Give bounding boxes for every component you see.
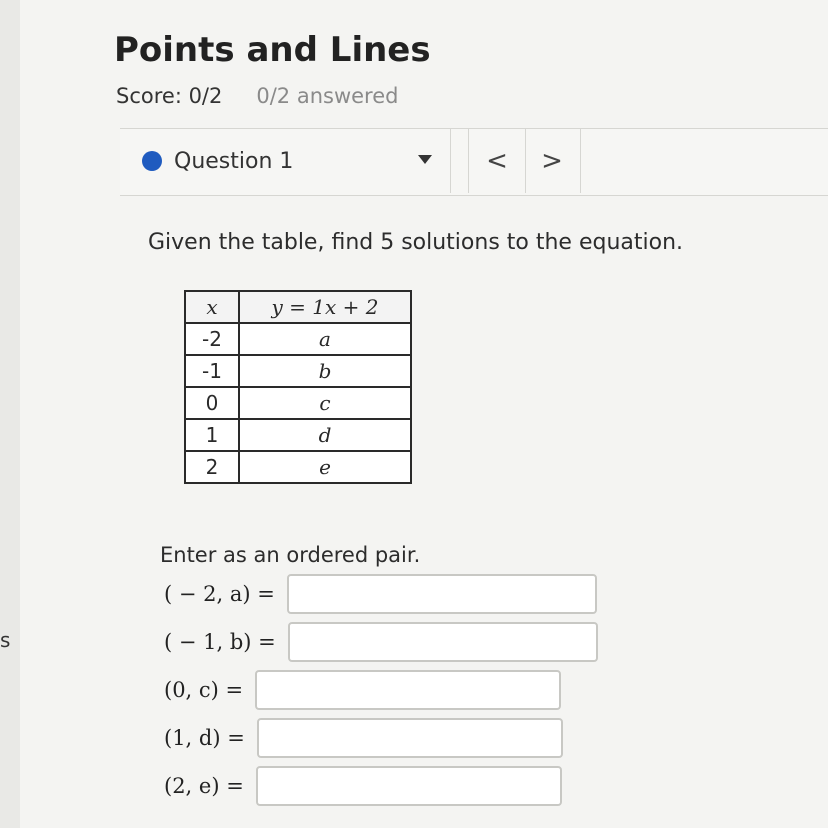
edge-text: s	[0, 628, 11, 652]
table-cell-x: -2	[184, 322, 240, 356]
answer-label: (0, c) =	[164, 678, 244, 702]
table-row: 1 d	[184, 418, 412, 452]
question-prompt: Given the table, find 5 solutions to the…	[148, 230, 684, 255]
answer-label: ( − 1, b) =	[164, 630, 276, 654]
answer-list: ( − 2, a) = ( − 1, b) = (0, c) = (1, d) …	[164, 570, 598, 810]
values-table: x y = 1x + 2 -2 a -1 b 0 c 1 d 2 e	[184, 290, 412, 484]
previous-question-button[interactable]: <	[468, 129, 526, 193]
answered-count: 0/2 answered	[256, 84, 399, 108]
table-cell-x: 0	[184, 386, 240, 420]
question-select[interactable]: Question 1	[120, 129, 451, 193]
next-question-button[interactable]: >	[524, 129, 581, 193]
answer-input-2[interactable]	[287, 622, 598, 662]
answer-row: ( − 2, a) =	[164, 570, 598, 618]
table-cell-y: e	[238, 450, 412, 484]
answer-label: ( − 2, a) =	[164, 582, 275, 606]
caret-down-icon	[418, 155, 432, 164]
chevron-right-icon: >	[541, 146, 563, 176]
table-cell-x: 2	[184, 450, 240, 484]
answer-label: (2, e) =	[164, 774, 244, 798]
page-title: Points and Lines	[114, 30, 431, 70]
left-panel-edge	[0, 0, 20, 828]
table-cell-y: a	[238, 322, 412, 356]
answer-label: (1, d) =	[164, 726, 245, 750]
table-row: 0 c	[184, 386, 412, 420]
table-cell-y: c	[238, 386, 412, 420]
table-row: -1 b	[184, 354, 412, 388]
answer-row: ( − 1, b) =	[164, 618, 598, 666]
answer-row: (2, e) =	[164, 762, 598, 810]
chevron-left-icon: <	[486, 146, 508, 176]
question-label: Question 1	[174, 148, 294, 174]
score-text: Score: 0/2	[116, 84, 223, 108]
answer-input-5[interactable]	[255, 766, 562, 806]
answer-input-3[interactable]	[255, 670, 562, 710]
table-cell-y: b	[238, 354, 412, 388]
answer-input-4[interactable]	[256, 718, 563, 758]
answer-input-1[interactable]	[286, 574, 597, 614]
dot-icon	[142, 151, 162, 171]
answer-instruction: Enter as an ordered pair.	[160, 543, 421, 567]
table-cell-x: -1	[184, 354, 240, 388]
table-cell-y: d	[238, 418, 412, 452]
answer-row: (1, d) =	[164, 714, 598, 762]
table-row: 2 e	[184, 450, 412, 484]
score-row: Score: 0/2 0/2 answered	[116, 84, 398, 108]
table-header-x: x	[184, 290, 240, 324]
answer-row: (0, c) =	[164, 666, 598, 714]
table-row: -2 a	[184, 322, 412, 356]
table-header-row: x y = 1x + 2	[184, 290, 412, 324]
table-cell-x: 1	[184, 418, 240, 452]
question-navigation: Question 1 < >	[120, 128, 828, 196]
table-header-y: y = 1x + 2	[238, 290, 412, 324]
